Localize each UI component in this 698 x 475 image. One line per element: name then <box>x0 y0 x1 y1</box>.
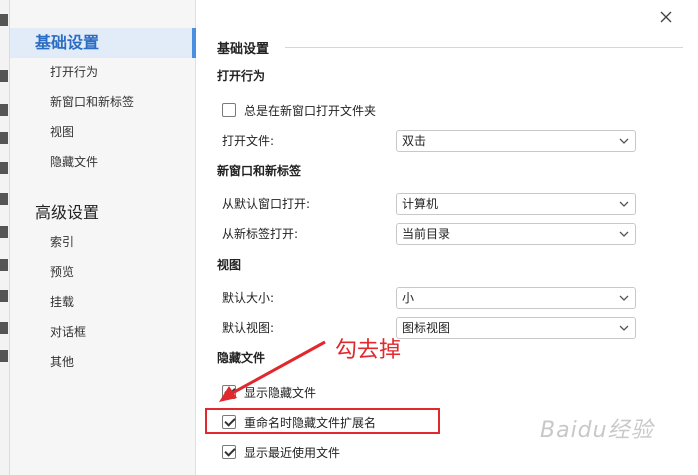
show-recent-option[interactable]: 显示最近使用文件 <box>222 442 340 462</box>
sidebar-group-advanced[interactable]: 高级设置 <box>10 198 196 228</box>
default-window-label: 从默认窗口打开: <box>222 197 311 211</box>
sidebar-item-new-window[interactable]: 新窗口和新标签 <box>50 92 134 112</box>
background-window-edge <box>0 0 10 475</box>
settings-dialog: 基础设置 打开行为 新窗口和新标签 视图 隐藏文件 高级设置 索引 预览 挂载 … <box>10 0 698 475</box>
chevron-down-icon <box>619 231 629 237</box>
settings-sidebar: 基础设置 打开行为 新窗口和新标签 视图 隐藏文件 高级设置 索引 预览 挂载 … <box>10 0 196 475</box>
always-new-window-label: 总是在新窗口打开文件夹 <box>244 103 377 118</box>
section-title: 基础设置 <box>217 42 270 57</box>
default-window-value: 计算机 <box>402 197 439 211</box>
annotation-highlight-box <box>205 408 440 434</box>
default-window-select[interactable]: 计算机 <box>396 193 636 215</box>
group-title-open-behavior: 打开行为 <box>217 69 266 83</box>
sidebar-item-open-behavior[interactable]: 打开行为 <box>50 62 98 82</box>
always-new-window-checkbox[interactable] <box>222 103 236 117</box>
default-size-select[interactable]: 小 <box>396 287 636 309</box>
chevron-down-icon <box>619 138 629 144</box>
new-tab-label: 从新标签打开: <box>222 227 299 241</box>
sidebar-item-view[interactable]: 视图 <box>50 122 74 142</box>
sidebar-item-other[interactable]: 其他 <box>50 352 74 372</box>
sidebar-group-basic[interactable]: 基础设置 <box>10 28 196 58</box>
section-divider <box>285 47 683 48</box>
open-file-label: 打开文件: <box>222 134 275 148</box>
annotation-arrow-icon <box>219 340 326 402</box>
open-file-value: 双击 <box>402 134 427 148</box>
chevron-down-icon <box>619 201 629 207</box>
default-view-value: 图标视图 <box>402 321 451 335</box>
sidebar-item-dialog[interactable]: 对话框 <box>50 322 86 342</box>
group-title-view: 视图 <box>217 258 242 272</box>
sidebar-item-hidden-files[interactable]: 隐藏文件 <box>50 152 98 172</box>
default-view-select[interactable]: 图标视图 <box>396 317 636 339</box>
default-size-value: 小 <box>402 291 415 305</box>
close-icon[interactable] <box>655 6 677 28</box>
new-tab-value: 当前目录 <box>402 227 451 241</box>
new-tab-select[interactable]: 当前目录 <box>396 223 636 245</box>
chevron-down-icon <box>619 325 629 331</box>
watermark: Baidu经验 <box>540 418 654 443</box>
group-title-new-window: 新窗口和新标签 <box>217 164 302 178</box>
chevron-down-icon <box>619 295 629 301</box>
sidebar-item-index[interactable]: 索引 <box>50 232 74 252</box>
sidebar-item-preview[interactable]: 预览 <box>50 262 74 282</box>
annotation-text: 勾去掉 <box>335 338 402 363</box>
always-new-window-option[interactable]: 总是在新窗口打开文件夹 <box>222 100 376 120</box>
show-recent-checkbox[interactable] <box>222 445 236 459</box>
open-file-select[interactable]: 双击 <box>396 130 636 152</box>
show-recent-label: 显示最近使用文件 <box>244 445 341 460</box>
default-size-label: 默认大小: <box>222 291 275 305</box>
sidebar-item-mount[interactable]: 挂载 <box>50 292 74 312</box>
